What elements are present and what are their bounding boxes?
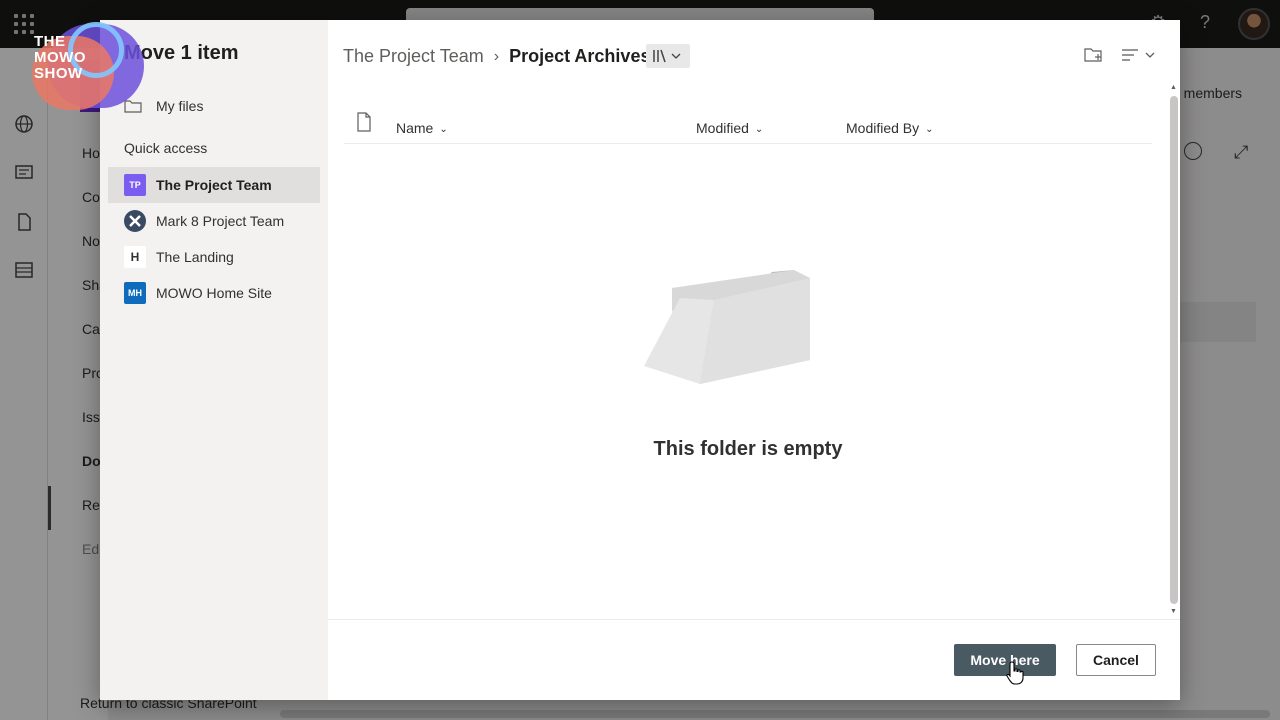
column-name-label: Name	[396, 120, 434, 136]
my-files-label: My files	[156, 98, 204, 114]
column-header-row: Name ⌄ Modified ⌄ Modified By ⌄	[344, 106, 1152, 144]
quick-access-heading: Quick access	[124, 140, 208, 156]
empty-folder-message: This folder is empty	[653, 438, 843, 460]
site-badge: H	[124, 246, 146, 268]
site-item-the-landing[interactable]: H The Landing	[108, 239, 320, 275]
site-label: The Project Team	[156, 177, 272, 193]
scroll-down-arrow-icon[interactable]: ▼	[1170, 608, 1177, 615]
file-type-icon	[357, 112, 371, 132]
column-header-name[interactable]: Name ⌄	[396, 120, 448, 136]
vertical-scrollbar[interactable]: ▲ ▼	[1168, 84, 1180, 620]
site-badge: TP	[124, 174, 146, 196]
mowo-show-logo: THE MOWO SHOW	[18, 14, 144, 110]
dialog-left-pane: Move 1 item My files Quick access TP The…	[100, 20, 328, 700]
site-label: MOWO Home Site	[156, 285, 272, 301]
my-files-item[interactable]: My files	[108, 90, 320, 122]
breadcrumb-parent[interactable]: The Project Team	[343, 46, 484, 67]
breadcrumb: The Project Team › Project Archives	[343, 46, 650, 67]
site-item-mowo-home-site[interactable]: MH MOWO Home Site	[108, 275, 320, 311]
move-here-button[interactable]: Move here	[954, 644, 1056, 676]
column-modified-label: Modified	[696, 120, 749, 136]
column-header-modified-by[interactable]: Modified By ⌄	[846, 120, 934, 136]
scroll-up-arrow-icon[interactable]: ▲	[1170, 84, 1177, 91]
cancel-button[interactable]: Cancel	[1076, 644, 1156, 676]
column-header-modified[interactable]: Modified ⌄	[696, 120, 763, 136]
site-label: The Landing	[156, 249, 234, 265]
mark8-logo-icon	[124, 210, 146, 232]
chevron-down-icon: ⌄	[754, 124, 764, 135]
breadcrumb-current: Project Archives	[509, 46, 651, 66]
move-dialog: Move 1 item My files Quick access TP The…	[100, 20, 1180, 700]
hand-pointer-icon	[1006, 661, 1024, 685]
site-item-mark-8-project-team[interactable]: Mark 8 Project Team	[108, 203, 320, 239]
chevron-down-icon: ⌄	[439, 124, 448, 135]
column-modified-by-label: Modified By	[846, 120, 920, 136]
library-icon	[653, 49, 681, 63]
chevron-down-icon: ⌄	[925, 124, 934, 135]
site-label: Mark 8 Project Team	[156, 213, 285, 229]
site-item-the-project-team[interactable]: TP The Project Team	[108, 167, 320, 203]
sort-icon[interactable]	[1120, 46, 1160, 64]
empty-folder-illustration	[644, 270, 810, 384]
dialog-footer: Move here Cancel	[328, 619, 1180, 700]
site-badge: MH	[124, 282, 146, 304]
new-folder-icon[interactable]	[1084, 46, 1104, 64]
logo-text-line: SHOW	[34, 65, 83, 82]
logo-text-line: MOWO	[34, 49, 86, 66]
library-switcher-button[interactable]	[646, 44, 690, 68]
logo-text-line: THE	[34, 33, 66, 50]
scrollbar-thumb[interactable]	[1170, 96, 1178, 604]
chevron-right-icon: ›	[493, 47, 500, 65]
